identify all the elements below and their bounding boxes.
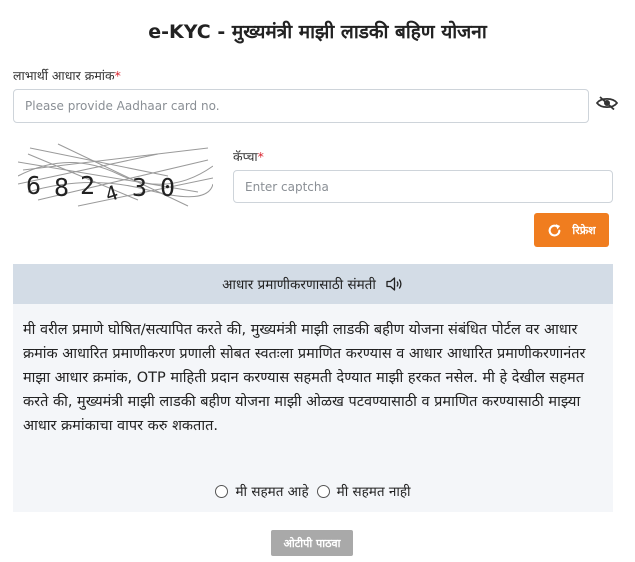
eye-slash-icon[interactable] bbox=[596, 96, 618, 110]
aadhaar-label-text: लाभार्थी आधार क्रमांक bbox=[13, 68, 115, 83]
disagree-radio[interactable] bbox=[316, 484, 330, 498]
send-otp-button[interactable]: ओटीपी पाठवा bbox=[271, 530, 353, 556]
consent-header: आधार प्रमाणीकरणासाठी संमती bbox=[13, 264, 613, 304]
captcha-input[interactable] bbox=[233, 170, 613, 203]
captcha-image: 682430 bbox=[18, 140, 213, 210]
aadhaar-input[interactable] bbox=[13, 89, 589, 123]
required-mark: * bbox=[257, 149, 264, 164]
consent-agree-option[interactable]: मी सहमत आहे bbox=[215, 482, 309, 500]
speaker-icon[interactable] bbox=[386, 276, 404, 292]
captcha-label-text: कॅप्चा bbox=[233, 149, 258, 164]
page-title: e-KYC - मुख्यमंत्री माझी लाडकी बहिण योजन… bbox=[148, 21, 487, 43]
refresh-captcha-button[interactable]: रिफ्रेश bbox=[534, 213, 609, 247]
captcha-label: कॅप्चा* bbox=[233, 148, 264, 165]
required-mark: * bbox=[114, 68, 121, 83]
agree-radio[interactable] bbox=[215, 484, 229, 498]
agree-label: मी सहमत आहे bbox=[235, 484, 309, 500]
aadhaar-label: लाभार्थी आधार क्रमांक* bbox=[13, 67, 121, 84]
consent-heading: आधार प्रमाणीकरणासाठी संमती bbox=[222, 277, 376, 293]
consent-options: मी सहमत आहे मी सहमत नाही bbox=[13, 482, 613, 500]
consent-body: मी वरील प्रमाणे घोषित/सत्यापित करते की, … bbox=[13, 304, 613, 512]
refresh-icon bbox=[548, 223, 561, 236]
refresh-label: रिफ्रेश bbox=[572, 223, 596, 237]
consent-text: मी वरील प्रमाणे घोषित/सत्यापित करते की, … bbox=[23, 322, 586, 434]
consent-disagree-option[interactable]: मी सहमत नाही bbox=[316, 482, 411, 500]
disagree-label: मी सहमत नाही bbox=[336, 484, 411, 500]
